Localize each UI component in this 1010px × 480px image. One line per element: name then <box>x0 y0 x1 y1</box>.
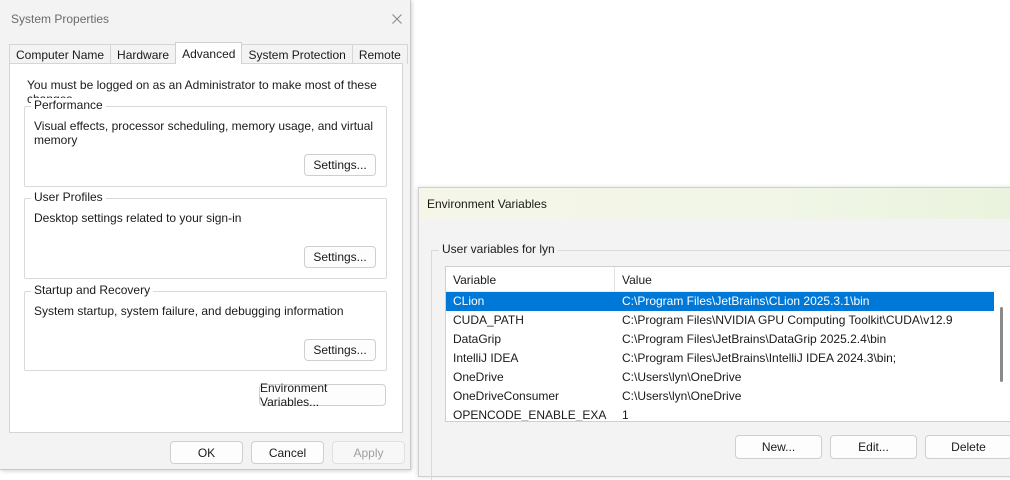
tab-label: Advanced <box>182 46 236 61</box>
value-cell: C:\Users\lyn\OneDrive <box>622 389 742 403</box>
table-row[interactable]: IntelliJ IDEA C:\Program Files\JetBrains… <box>446 349 994 368</box>
system-properties-window: System Properties Computer Name Hardware… <box>0 0 411 470</box>
table-row[interactable]: OneDrive C:\Users\lyn\OneDrive <box>446 368 994 387</box>
environment-variables-window: Environment Variables User variables for… <box>418 187 1010 480</box>
table-row[interactable]: CLion C:\Program Files\JetBrains\CLion 2… <box>446 292 994 311</box>
edit-button[interactable]: Edit... <box>830 435 917 459</box>
column-header-label: Variable <box>453 272 497 287</box>
variable-cell: DataGrip <box>453 332 502 346</box>
tab-advanced[interactable]: Advanced <box>175 42 243 64</box>
value-cell: C:\Program Files\NVIDIA GPU Computing To… <box>622 313 953 327</box>
group-title: User Profiles <box>31 190 106 204</box>
apply-button[interactable]: Apply <box>332 441 405 464</box>
tab-system-protection[interactable]: System Protection <box>241 44 353 64</box>
column-header-variable[interactable]: Variable <box>446 267 615 292</box>
group-description: Desktop settings related to your sign-in <box>34 211 242 225</box>
advanced-tab-panel: You must be logged on as an Administrato… <box>9 63 403 433</box>
variable-cell: CLion <box>453 294 485 308</box>
variable-cell: OneDrive <box>453 370 504 384</box>
tab-label: Hardware <box>117 47 170 62</box>
table-row[interactable]: OPENCODE_ENABLE_EXA 1 <box>446 406 994 422</box>
new-button[interactable]: New... <box>735 435 822 459</box>
tab-label: Computer Name <box>16 47 105 62</box>
close-icon <box>392 14 402 24</box>
user-profiles-settings-button[interactable]: Settings... <box>304 246 376 268</box>
tab-label: System Protection <box>248 47 346 62</box>
column-header-label: Value <box>622 272 652 287</box>
tab-computer-name[interactable]: Computer Name <box>9 44 112 64</box>
tab-remote[interactable]: Remote <box>351 44 408 64</box>
startup-recovery-group: Startup and Recovery System startup, sys… <box>24 283 387 371</box>
group-title: Performance <box>31 98 106 112</box>
group-title: Startup and Recovery <box>31 283 154 297</box>
cancel-button[interactable]: Cancel <box>251 441 324 464</box>
value-cell: C:\Program Files\JetBrains\CLion 2025.3.… <box>622 294 870 308</box>
performance-group: Performance Visual effects, processor sc… <box>24 98 387 187</box>
tab-hardware[interactable]: Hardware <box>110 44 177 64</box>
environment-variables-button[interactable]: Environment Variables... <box>259 381 386 409</box>
system-properties-titlebar[interactable]: System Properties <box>0 0 410 38</box>
scrollbar-thumb[interactable] <box>1000 307 1003 382</box>
group-title: User variables for lyn <box>439 242 558 256</box>
tab-label: Remote <box>358 47 401 62</box>
list-header: Variable Value <box>446 267 1010 292</box>
user-profiles-group: User Profiles Desktop settings related t… <box>24 190 387 279</box>
group-description: Visual effects, processor scheduling, me… <box>34 119 374 147</box>
user-variables-list[interactable]: Variable Value CLion C:\Program Files\Je… <box>445 266 1010 422</box>
delete-button[interactable]: Delete <box>925 435 1010 459</box>
performance-settings-button[interactable]: Settings... <box>304 154 376 176</box>
variable-cell: CUDA_PATH <box>453 313 524 327</box>
variable-cell: IntelliJ IDEA <box>453 351 519 365</box>
table-row[interactable]: OneDriveConsumer C:\Users\lyn\OneDrive <box>446 387 994 406</box>
environment-variables-titlebar[interactable]: Environment Variables <box>419 188 1010 219</box>
variable-cell: OneDriveConsumer <box>453 389 560 403</box>
value-cell: C:\Program Files\JetBrains\DataGrip 2025… <box>622 332 887 346</box>
window-title: Environment Variables <box>427 197 547 211</box>
window-title: System Properties <box>11 12 110 26</box>
column-header-value[interactable]: Value <box>615 267 995 292</box>
vertical-scrollbar[interactable] <box>996 267 1010 421</box>
table-row[interactable]: CUDA_PATH C:\Program Files\NVIDIA GPU Co… <box>446 311 994 330</box>
group-description: System startup, system failure, and debu… <box>34 304 344 318</box>
value-cell: 1 <box>622 408 629 422</box>
value-cell: C:\Program Files\JetBrains\IntelliJ IDEA… <box>622 351 897 365</box>
close-button[interactable] <box>386 8 408 30</box>
tab-strip: Computer Name Hardware Advanced System P… <box>9 42 408 64</box>
list-rows: CLion C:\Program Files\JetBrains\CLion 2… <box>446 292 994 422</box>
value-cell: C:\Users\lyn\OneDrive <box>622 370 742 384</box>
table-row[interactable]: DataGrip C:\Program Files\JetBrains\Data… <box>446 330 994 349</box>
startup-recovery-settings-button[interactable]: Settings... <box>304 339 376 361</box>
ok-button[interactable]: OK <box>170 441 243 464</box>
variable-cell: OPENCODE_ENABLE_EXA <box>453 408 607 422</box>
